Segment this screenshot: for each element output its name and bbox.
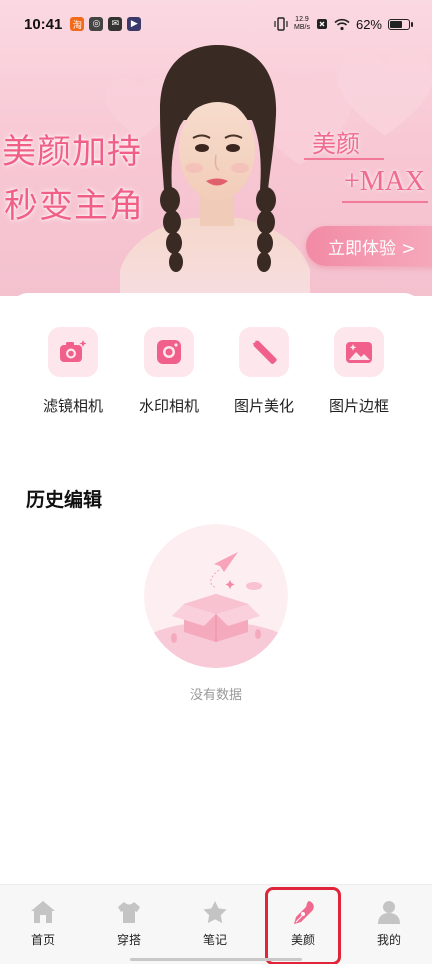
tool-label: 图片边框: [328, 397, 389, 415]
tool-icon-tile: [334, 327, 384, 377]
nav-label: 首页: [30, 933, 55, 947]
nav-item-notes[interactable]: 笔记: [185, 899, 245, 948]
user-icon: [378, 901, 400, 924]
active-tab-highlight: [265, 887, 341, 964]
tool-label: 滤镜相机: [42, 397, 103, 415]
tool-icon-tile: [239, 327, 289, 377]
quick-tools-card: 滤镜相机 水印相机 图片美化 图片边框: [10, 293, 422, 433]
camera-sparkle-icon: [60, 340, 87, 362]
nav-item-me[interactable]: 我的: [359, 899, 419, 948]
home-icon: [31, 901, 55, 923]
tool-photo-frame[interactable]: 图片边框: [314, 327, 404, 416]
tool-icon-tile: [48, 327, 98, 377]
tool-filter-camera[interactable]: 滤镜相机: [28, 327, 118, 416]
magic-wand-icon: [252, 340, 277, 364]
model-portrait: [120, 45, 310, 296]
tool-label: 水印相机: [138, 397, 199, 415]
wifi-icon: [334, 18, 350, 30]
nav-label: 穿搭: [116, 933, 141, 947]
nav-item-outfit[interactable]: 穿搭: [99, 899, 159, 948]
network-speed: 12.9 MB/s: [294, 16, 310, 32]
banner-headline-line2: 秒变主角: [4, 186, 144, 226]
star-note-icon: [203, 901, 227, 924]
notification-icons: 淘 ◎ ✉ ▶: [70, 17, 142, 31]
network-speed-unit: MB/s: [294, 24, 310, 31]
link-app-icon: ◎: [89, 17, 104, 31]
banner-divider: [304, 158, 384, 160]
camera-icon: [157, 340, 181, 364]
banner-divider: [342, 201, 428, 203]
shirt-icon: [118, 902, 140, 923]
try-now-button[interactable]: 立即体验 >: [306, 226, 432, 266]
empty-state-text: 没有数据: [189, 688, 242, 703]
nav-label: 我的: [376, 933, 401, 947]
tool-icon-tile: [144, 327, 194, 377]
history-section-title: 历史编辑: [26, 489, 103, 511]
tool-label: 图片美化: [233, 397, 294, 415]
empty-state-illustration: [144, 524, 288, 668]
tool-photo-beautify[interactable]: 图片美化: [219, 327, 309, 416]
nav-label: 笔记: [202, 933, 227, 947]
battery-percent: 62%: [355, 16, 382, 32]
vibrate-icon: [274, 17, 288, 31]
mail-app-icon: ✉: [108, 17, 123, 31]
taobao-app-icon: 淘: [70, 17, 85, 31]
status-time: 10:41: [24, 15, 63, 33]
no-sim-icon: [316, 19, 327, 29]
battery-icon: [388, 18, 413, 30]
network-speed-value: 12.9: [295, 16, 309, 23]
nav-item-home[interactable]: 首页: [13, 899, 73, 948]
tool-watermark-camera[interactable]: 水印相机: [124, 327, 214, 416]
banner-product-label: 美颜: [312, 130, 360, 158]
status-bar: 10:41 淘 ◎ ✉ ▶ 12.9 MB/s 62%: [0, 0, 432, 48]
home-indicator[interactable]: [130, 958, 302, 961]
image-frame-icon: [346, 342, 372, 363]
play-app-icon: ▶: [127, 17, 142, 31]
bottom-nav: 首页 穿搭 笔记 美颜 我的: [0, 884, 432, 964]
banner-headline-line1: 美颜加持: [2, 132, 142, 172]
banner-max-label: +MAX: [344, 166, 426, 197]
